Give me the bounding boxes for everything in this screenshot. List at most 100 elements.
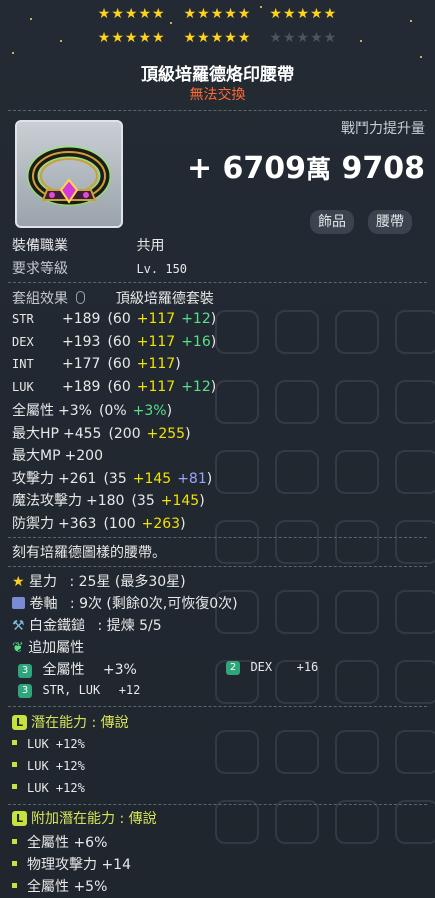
star-filled-icon: ★: [237, 30, 252, 46]
trade-status: 無法交換: [189, 87, 246, 103]
stat-total: +3%: [58, 403, 92, 419]
bonus-potential-line: 全屬性 +6%: [12, 832, 107, 852]
hammer-info: ⚒ 白金鐵鎚 : 提煉 5/5: [12, 615, 162, 635]
potential-value: LUK +12%: [27, 737, 85, 751]
stat-row: DEX +193 (60 +117 +16): [12, 334, 216, 350]
bonus-potential-value: 全屬性 +5%: [27, 879, 108, 895]
hammer-icon: ⚒: [12, 618, 25, 634]
combat-power-a: 6709: [222, 151, 307, 186]
stat-close: ): [210, 333, 217, 350]
stat-close: ): [199, 493, 205, 509]
combat-power-unit: 萬: [306, 155, 332, 184]
potential-title: 潛在能力 : 傳說: [31, 715, 129, 731]
leaf-icon: ❦: [12, 640, 24, 656]
stat-scroll: +81: [177, 470, 207, 487]
stat-total: +177: [62, 356, 101, 372]
potential-line: LUK +12%: [12, 759, 85, 773]
potential-header: L 潛在能力 : 傳說: [12, 712, 129, 732]
stat-base: (60: [107, 311, 131, 327]
bullet: [12, 784, 17, 789]
stat-close: ): [210, 311, 217, 327]
star-filled-icon: ★: [210, 6, 225, 22]
mouse-icon: [76, 291, 86, 304]
additional-stat: 全屬性: [42, 662, 85, 678]
stat-name: 魔法攻擊力: [12, 493, 82, 509]
star-filled-icon: ★: [97, 30, 112, 46]
star-filled-icon: ★: [183, 6, 198, 22]
star-filled-icon: ★: [97, 6, 112, 22]
stat-name: 最大HP: [12, 425, 59, 442]
divider: [8, 706, 427, 707]
set-value: 頂級培羅德套裝: [115, 291, 214, 307]
additional-line: 3 STR, LUK +12: [18, 682, 140, 698]
divider: [8, 282, 427, 283]
stat-row: STR +189 (60 +117 +12): [12, 311, 216, 327]
additional-value: +12: [118, 683, 141, 697]
stat-base: (200: [108, 425, 141, 442]
bonus-potential-line: 物理攻擊力 +14: [12, 854, 131, 874]
combat-power-prefix: +: [186, 151, 213, 186]
upgrade-label: 白金鐵鎚: [29, 618, 86, 634]
potential-line: LUK +12%: [12, 737, 85, 751]
bullet: [12, 839, 17, 844]
stat-close: ): [210, 378, 217, 395]
star-empty-icon: ★: [310, 30, 324, 46]
bullet: [12, 740, 17, 745]
potential-value: LUK +12%: [27, 759, 85, 773]
stat-row: 防禦力 +363 (100 +263): [12, 513, 186, 533]
upgrade-value: : 提煉 5/5: [97, 618, 162, 634]
bullet: [12, 762, 17, 767]
additional-stat: STR, LUK: [42, 683, 101, 697]
stat-enhance: +117: [136, 378, 176, 395]
star-empty-icon: ★: [296, 30, 311, 46]
bonus-potential-line: 全屬性 +5%: [12, 876, 107, 896]
star-force-row-2: ★★★★★ ★★★★★ ★★★★★: [0, 30, 435, 46]
set-label: 套組效果: [12, 291, 68, 307]
stat-close: ): [166, 403, 173, 419]
additional-label: 追加屬性: [28, 640, 85, 656]
star-force-row-1: ★★★★★ ★★★★★ ★★★★★: [0, 6, 435, 22]
combat-power-b: 9708: [341, 151, 426, 186]
additional-line: 2 DEX +16: [226, 659, 318, 675]
star-empty-icon: ★: [282, 30, 297, 46]
bullet: [12, 861, 17, 866]
stat-total: +193: [62, 333, 101, 350]
star-filled-icon: ★: [296, 6, 311, 22]
additional-line: 3 全屬性 +3%: [18, 659, 137, 679]
stat-name: LUK: [12, 379, 34, 394]
bonus-potential-header: L 附加潛在能力 : 傳說: [12, 808, 157, 828]
stat-enhance: +145: [160, 493, 200, 509]
stat-enhance: +117: [136, 311, 176, 327]
additional-options-header: ❦ 追加屬性: [12, 637, 84, 657]
belt-icon: [27, 146, 111, 206]
bonus-potential-title: 附加潛在能力 : 傳說: [31, 811, 157, 827]
stat-row: 魔法攻擊力 +180 (35 +145): [12, 490, 205, 510]
bullet: [12, 883, 17, 888]
upgrade-label: 卷軸: [29, 596, 58, 612]
stat-name: INT: [12, 357, 34, 371]
stat-total: +363: [58, 515, 97, 532]
potential-value: LUK +12%: [27, 781, 85, 795]
combat-power-value: + 6709萬 9708: [187, 150, 425, 186]
item-icon-frame: [15, 120, 123, 228]
star-filled-icon: ★: [282, 6, 297, 22]
sparkle: [420, 56, 422, 58]
stat-bonus: +12: [181, 311, 211, 327]
sparkle: [170, 22, 172, 24]
star-empty-icon: ★: [323, 30, 338, 46]
star-empty-icon: ★: [269, 30, 283, 46]
set-effect[interactable]: 套組效果 頂級培羅德套裝: [12, 288, 214, 308]
item-name: 頂級培羅德烙印腰帶: [141, 65, 294, 85]
stat-row: 最大HP +455 (200 +255): [12, 423, 191, 443]
stat-enhance: +263: [141, 515, 181, 532]
star-filled-icon: ★: [152, 6, 166, 22]
stat-base: (35: [103, 470, 127, 487]
divider: [8, 537, 427, 538]
star-force-info: ★ 星力 : 25星 (最多30星): [12, 571, 186, 591]
stat-name: DEX: [12, 334, 34, 349]
scroll-info: 卷軸 : 9次 (剩餘0次,可恢復0次): [12, 593, 238, 613]
divider: [8, 110, 427, 111]
upgrade-value: : 9次 (剩餘0次,可恢復0次): [69, 596, 238, 612]
divider: [8, 566, 427, 567]
stat-bonus: +16: [181, 333, 211, 350]
